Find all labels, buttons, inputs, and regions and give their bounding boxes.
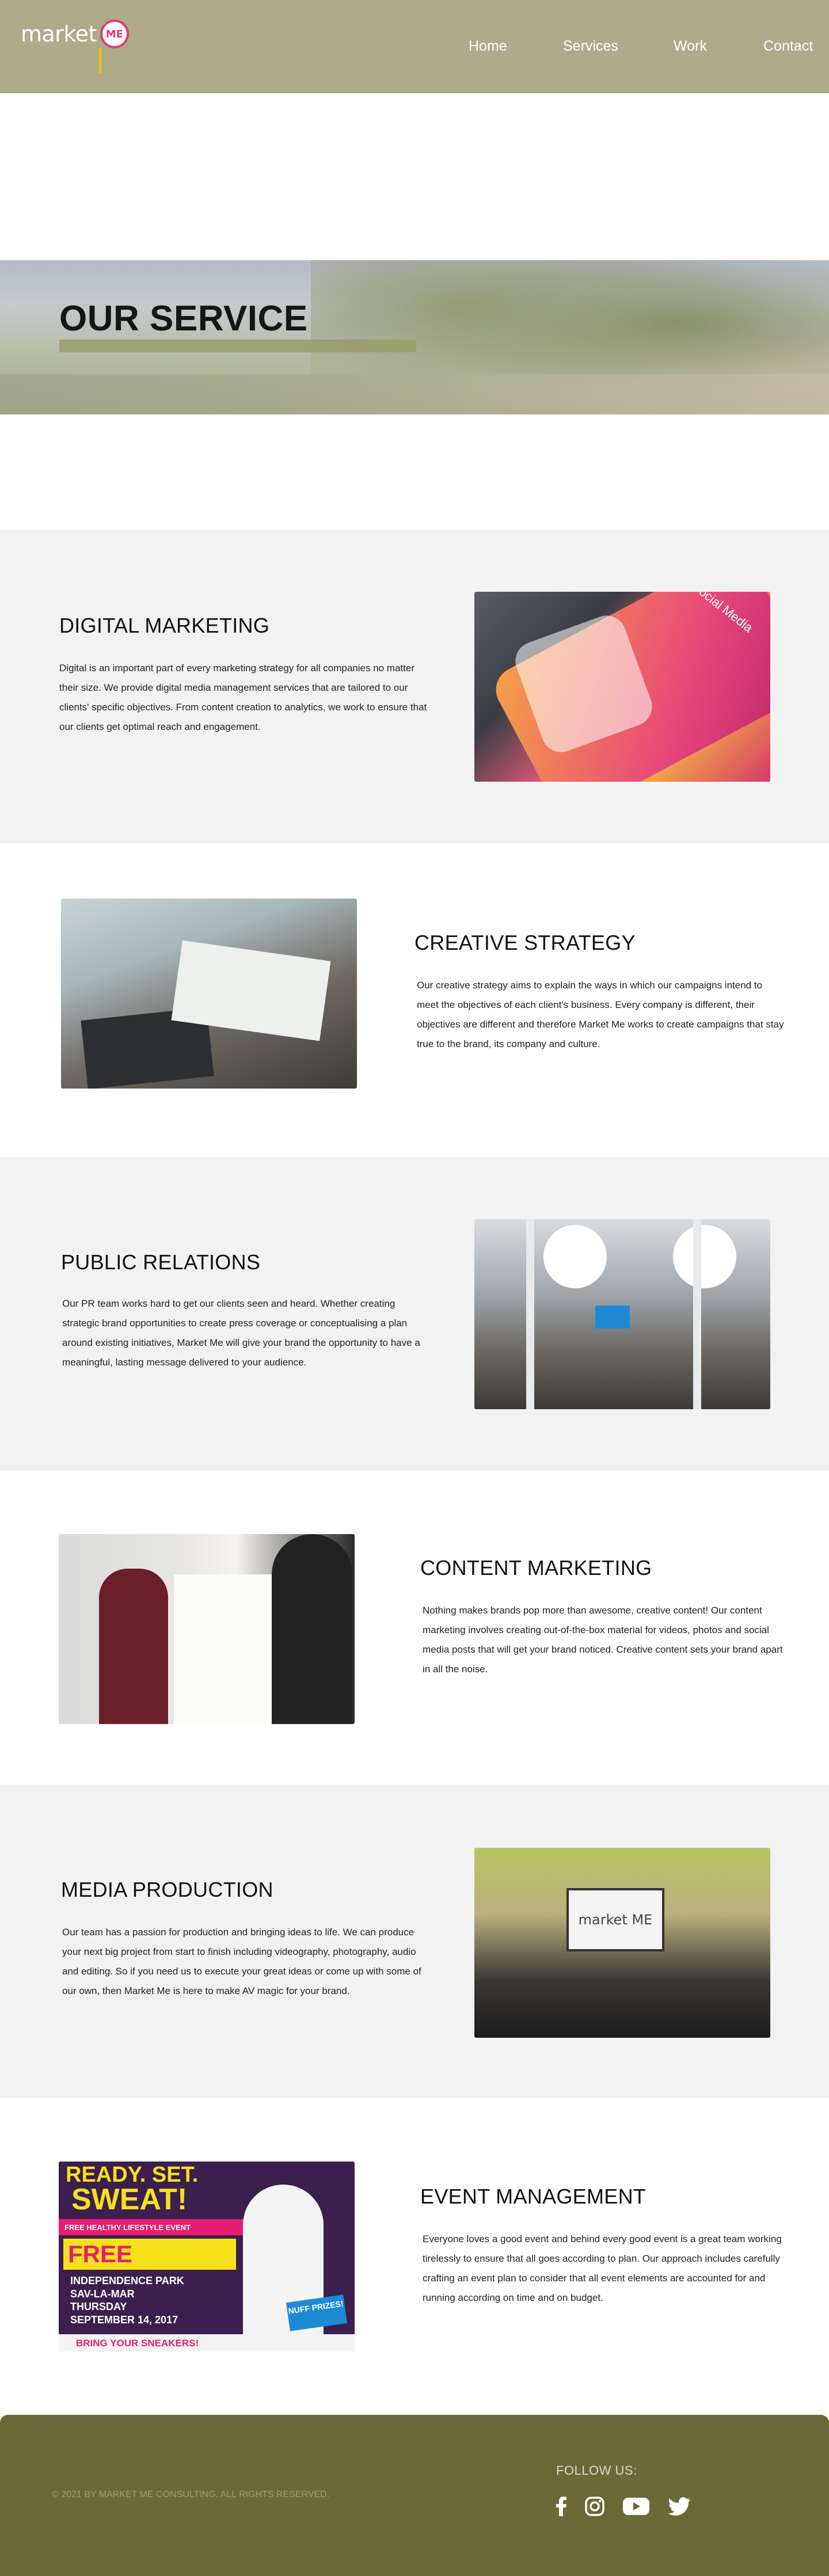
- site-footer: © 2021 BY MARKET ME CONSULTING. ALL RIGH…: [0, 2415, 829, 2576]
- copyright-text: © 2021 BY MARKET ME CONSULTING. ALL RIGH…: [52, 2490, 330, 2499]
- window-frame: [693, 1219, 701, 1409]
- poster-park: INDEPENDENCE PARK: [70, 2275, 184, 2286]
- service-banner: OUR SERVICE: [0, 260, 829, 414]
- whiteboard-image: [59, 1534, 355, 1724]
- follow-label: FOLLOW US:: [556, 2463, 637, 2478]
- team-sign-text: market ME: [578, 1912, 653, 1928]
- youtube-icon[interactable]: [623, 2497, 649, 2516]
- title-underline-bar: [59, 340, 416, 352]
- service-content-marketing: CONTENT MARKETING Nothing makes brands p…: [0, 1471, 829, 1784]
- site-header: market ME Home Services Work Contact: [0, 0, 829, 93]
- window-frame: [526, 1219, 534, 1409]
- laptop-meeting-image: [61, 899, 357, 1089]
- service-description: Everyone loves a good event and behind e…: [423, 2233, 782, 2303]
- poster-tagline: FREE HEALTHY LIFESTYLE EVENT: [59, 2219, 249, 2235]
- service-title: EVENT MANAGEMENT: [420, 2185, 647, 2208]
- logo-stick-decoration: [99, 48, 101, 74]
- lamp-graphic: [543, 1225, 607, 1288]
- service-description: Our team has a passion for production an…: [62, 1927, 421, 1996]
- facebook-icon[interactable]: [556, 2497, 566, 2516]
- service-media-production: MEDIA PRODUCTION Our team has a passion …: [0, 1784, 829, 2098]
- poster-city: SAV-LA-MAR: [70, 2288, 135, 2300]
- poster-date: SEPTEMBER 14, 2017: [70, 2314, 178, 2326]
- nav-services[interactable]: Services: [563, 38, 618, 55]
- service-title: DIGITAL MARKETING: [59, 614, 270, 637]
- nav-contact[interactable]: Contact: [763, 38, 813, 55]
- nav-work[interactable]: Work: [674, 38, 707, 55]
- social-links: [556, 2497, 708, 2516]
- twitter-icon[interactable]: [668, 2497, 690, 2516]
- service-title: PUBLIC RELATIONS: [61, 1250, 261, 1274]
- logo-badge-text: ME: [105, 28, 123, 40]
- service-title: CREATIVE STRATEGY: [414, 931, 636, 954]
- service-description: Our creative strategy aims to explain th…: [417, 980, 784, 1049]
- poster-bottom-band: BRING YOUR SNEAKERS!: [59, 2334, 355, 2351]
- person-graphic: [272, 1534, 352, 1724]
- page-title: OUR SERVICE: [59, 299, 308, 338]
- logo-text: market: [21, 21, 97, 47]
- person-graphic: [99, 1569, 168, 1724]
- service-title: CONTENT MARKETING: [420, 1556, 652, 1580]
- nav-home[interactable]: Home: [469, 38, 507, 55]
- service-description: Our PR team works hard to get our client…: [62, 1298, 420, 1368]
- monitor-graphic: [595, 1306, 630, 1329]
- poster-headline-2: SWEAT!: [71, 2183, 188, 2216]
- office-meeting-image: [474, 1219, 770, 1409]
- poster-location: INDEPENDENCE PARK SAV-LA-MAR THURSDAY SE…: [70, 2274, 184, 2326]
- logo-badge: ME: [100, 20, 129, 48]
- banner-shore: [0, 374, 829, 414]
- service-title: MEDIA PRODUCTION: [61, 1878, 273, 1901]
- poster-free: FREE: [63, 2239, 236, 2270]
- event-poster-image: READY. SET. SWEAT! FREE HEALTHY LIFESTYL…: [59, 2162, 355, 2351]
- service-description: Digital is an important part of every ma…: [59, 663, 427, 732]
- social-media-image: Social Media: [474, 592, 770, 782]
- poster-day: THURSDAY: [70, 2301, 127, 2312]
- team-photo-image: market ME: [474, 1848, 770, 2038]
- service-description: Nothing makes brands pop more than aweso…: [423, 1605, 783, 1675]
- instagram-icon[interactable]: [585, 2497, 604, 2516]
- lamp-graphic: [673, 1225, 736, 1288]
- service-digital-marketing: DIGITAL MARKETING Digital is an importan…: [0, 530, 829, 843]
- service-creative-strategy: CREATIVE STRATEGY Our creative strategy …: [0, 843, 829, 1157]
- service-event-management: READY. SET. SWEAT! FREE HEALTHY LIFESTYL…: [0, 2098, 829, 2412]
- logo[interactable]: market ME: [21, 20, 129, 48]
- team-sign: market ME: [566, 1888, 664, 1951]
- service-public-relations: PUBLIC RELATIONS Our PR team works hard …: [0, 1157, 829, 1471]
